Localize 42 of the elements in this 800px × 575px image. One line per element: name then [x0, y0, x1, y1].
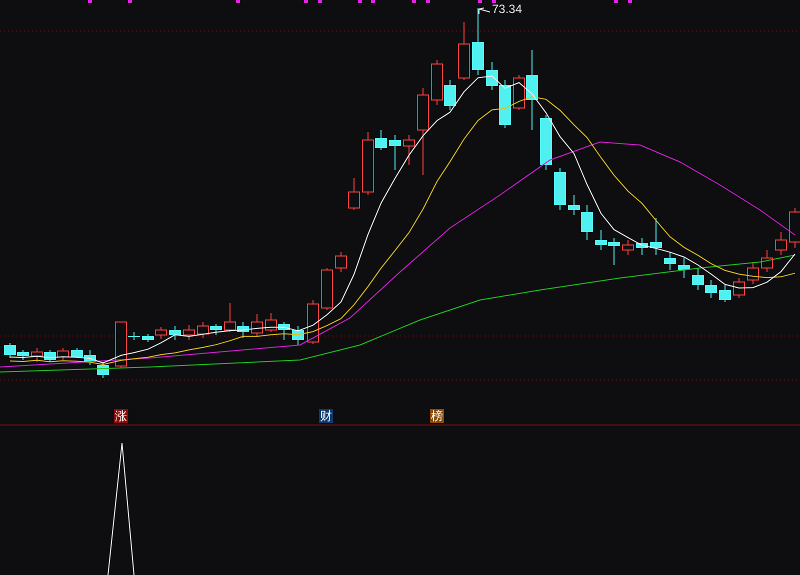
candlestick: [608, 238, 620, 266]
price-label: 73.34: [492, 2, 522, 16]
candlestick: [540, 114, 552, 170]
candlestick: [210, 324, 222, 336]
candlestick: [348, 178, 360, 210]
candlestick: [389, 134, 401, 170]
candlestick: [292, 326, 304, 346]
candlestick: [57, 348, 69, 360]
candlestick: [321, 268, 333, 310]
event-marker: 财: [319, 409, 333, 423]
candlestick: [97, 362, 109, 378]
candlestick: [650, 218, 662, 256]
candlestick: [636, 238, 648, 256]
candlestick: [595, 230, 607, 250]
candlestick: [664, 252, 676, 270]
candlestick: [197, 322, 209, 338]
event-marker: 涨: [114, 409, 128, 423]
candlestick: [789, 208, 800, 248]
candlestick: [31, 348, 43, 362]
event-marker: 榜: [430, 409, 444, 423]
candlestick: [183, 324, 195, 340]
candlestick: [169, 326, 181, 340]
candlestick: [622, 240, 634, 256]
candlestick: [472, 8, 484, 76]
candlestick: [761, 250, 773, 272]
candlestick: [265, 312, 277, 332]
candlestick: [775, 232, 787, 256]
candlestick: [678, 258, 690, 278]
candlestick: [335, 252, 347, 272]
candlestick: [692, 268, 704, 290]
candlestick: [278, 322, 290, 340]
candlestick: [403, 134, 415, 166]
candlestick: [307, 300, 319, 344]
leader-line: [478, 8, 490, 14]
candlestick: [458, 22, 470, 80]
candlestick: [554, 168, 566, 210]
candlestick: [251, 314, 263, 336]
candlestick: [44, 350, 56, 362]
candlestick: [719, 284, 731, 302]
candlestick: [733, 278, 745, 298]
candlestick: [705, 280, 717, 298]
candlestick: [747, 262, 759, 284]
